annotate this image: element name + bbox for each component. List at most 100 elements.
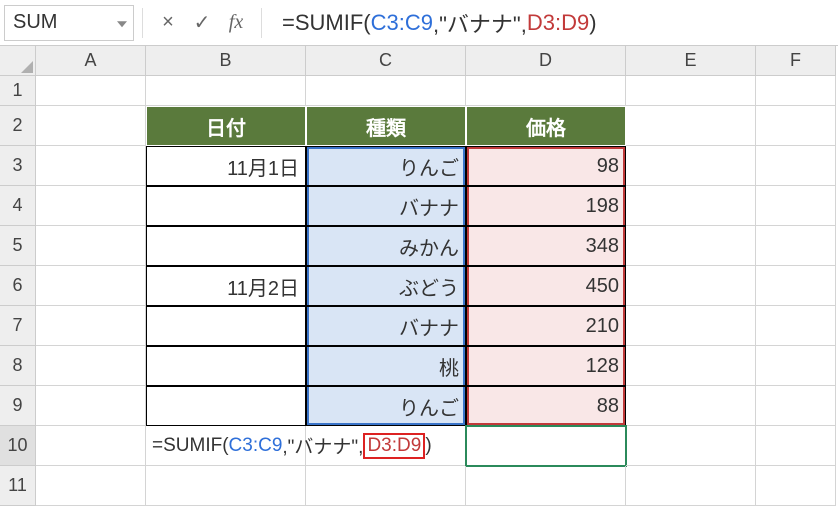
row-header[interactable]: 10	[0, 426, 36, 466]
spreadsheet-grid: 1 2 3 4 5 6 7 8 9 10 11 A B C D E F	[0, 46, 838, 506]
cell-kind[interactable]: みかん	[306, 226, 466, 266]
cell[interactable]	[626, 106, 756, 146]
table-header-kind[interactable]: 種類	[306, 106, 466, 146]
cell[interactable]	[306, 76, 466, 106]
formula-cancel-button[interactable]: ×	[151, 6, 185, 40]
cell[interactable]	[756, 76, 836, 106]
cell[interactable]	[36, 106, 146, 146]
row-header[interactable]: 4	[0, 186, 36, 226]
cell[interactable]	[466, 466, 626, 506]
table-header-date[interactable]: 日付	[146, 106, 306, 146]
cell[interactable]	[36, 426, 146, 466]
cell[interactable]	[756, 426, 836, 466]
name-box[interactable]: SUM	[4, 5, 134, 41]
cell[interactable]	[36, 386, 146, 426]
formula-close: )	[425, 435, 431, 457]
row-header[interactable]: 6	[0, 266, 36, 306]
cell[interactable]	[756, 466, 836, 506]
cell-date[interactable]: 11月1日	[146, 146, 306, 186]
formula-arg3: D3:D9	[527, 10, 589, 36]
cell[interactable]	[36, 266, 146, 306]
cell[interactable]	[626, 386, 756, 426]
formula-confirm-button[interactable]: ✓	[185, 6, 219, 40]
cell[interactable]	[36, 226, 146, 266]
cell[interactable]	[36, 76, 146, 106]
cell-kind[interactable]: りんご	[306, 386, 466, 426]
cell[interactable]	[756, 186, 836, 226]
cell[interactable]	[756, 306, 836, 346]
cell-kind[interactable]: ぶどう	[306, 266, 466, 306]
cell[interactable]	[756, 346, 836, 386]
cell[interactable]	[756, 226, 836, 266]
cell[interactable]	[626, 306, 756, 346]
col-header[interactable]: D	[466, 46, 626, 76]
cell[interactable]	[36, 466, 146, 506]
cell-date[interactable]	[146, 346, 306, 386]
cell-date[interactable]	[146, 186, 306, 226]
row-header[interactable]: 3	[0, 146, 36, 186]
cell-date[interactable]	[146, 226, 306, 266]
col-header[interactable]: A	[36, 46, 146, 76]
cell-date[interactable]: 11月2日	[146, 266, 306, 306]
cell-date[interactable]	[146, 306, 306, 346]
col-header[interactable]: F	[756, 46, 836, 76]
cell[interactable]	[626, 346, 756, 386]
cell-price[interactable]: 98	[466, 146, 626, 186]
col-header[interactable]: B	[146, 46, 306, 76]
formula-bar: SUM × ✓ fx =SUMIF(C3:C9,"バナナ",D3:D9)	[0, 0, 838, 46]
cell-price[interactable]: 210	[466, 306, 626, 346]
formula-sep: ,"バナナ",	[282, 432, 363, 459]
cell[interactable]	[756, 386, 836, 426]
cell[interactable]	[626, 226, 756, 266]
row-header[interactable]: 5	[0, 226, 36, 266]
cell-price[interactable]: 198	[466, 186, 626, 226]
row-header[interactable]: 11	[0, 466, 36, 506]
row-header[interactable]: 8	[0, 346, 36, 386]
row-header[interactable]: 2	[0, 106, 36, 146]
cell-kind[interactable]: 桃	[306, 346, 466, 386]
table-header-price[interactable]: 価格	[466, 106, 626, 146]
formula-sep: ,"バナナ",	[433, 7, 527, 39]
cell[interactable]	[626, 466, 756, 506]
select-all-corner[interactable]	[0, 46, 36, 76]
cell-active[interactable]	[466, 426, 626, 466]
fx-icon[interactable]: fx	[219, 6, 253, 40]
cell[interactable]	[756, 266, 836, 306]
formula-text: =SUMIF(	[152, 435, 229, 457]
col-header[interactable]: C	[306, 46, 466, 76]
formula-arg1: C3:C9	[371, 10, 433, 36]
formula-input[interactable]: =SUMIF(C3:C9,"バナナ",D3:D9)	[270, 6, 834, 40]
cell[interactable]	[626, 266, 756, 306]
row-header[interactable]: 9	[0, 386, 36, 426]
row-header[interactable]: 7	[0, 306, 36, 346]
cell[interactable]	[626, 76, 756, 106]
formula-arg3: D3:D9	[363, 433, 425, 459]
cell[interactable]	[626, 146, 756, 186]
cell[interactable]	[306, 466, 466, 506]
cell-date[interactable]	[146, 386, 306, 426]
cell[interactable]	[466, 76, 626, 106]
cell[interactable]	[36, 146, 146, 186]
cell-price[interactable]: 88	[466, 386, 626, 426]
cell[interactable]	[36, 306, 146, 346]
formula-text: =SUMIF(	[282, 10, 371, 36]
cell[interactable]	[756, 106, 836, 146]
cell-kind[interactable]: りんご	[306, 146, 466, 186]
col-header[interactable]: E	[626, 46, 756, 76]
cell-price[interactable]: 450	[466, 266, 626, 306]
cell[interactable]	[146, 466, 306, 506]
formula-arg1: C3:C9	[229, 435, 283, 457]
cell-kind[interactable]: バナナ	[306, 306, 466, 346]
cell-formula[interactable]: =SUMIF(C3:C9,"バナナ",D3:D9)	[146, 426, 306, 466]
cell[interactable]	[36, 186, 146, 226]
cell[interactable]	[146, 76, 306, 106]
formula-close: )	[589, 10, 596, 36]
cell[interactable]	[626, 186, 756, 226]
cell-price[interactable]: 348	[466, 226, 626, 266]
cell-kind[interactable]: バナナ	[306, 186, 466, 226]
cell[interactable]	[626, 426, 756, 466]
cell-price[interactable]: 128	[466, 346, 626, 386]
row-header[interactable]: 1	[0, 76, 36, 106]
cell[interactable]	[36, 346, 146, 386]
cell[interactable]	[756, 146, 836, 186]
